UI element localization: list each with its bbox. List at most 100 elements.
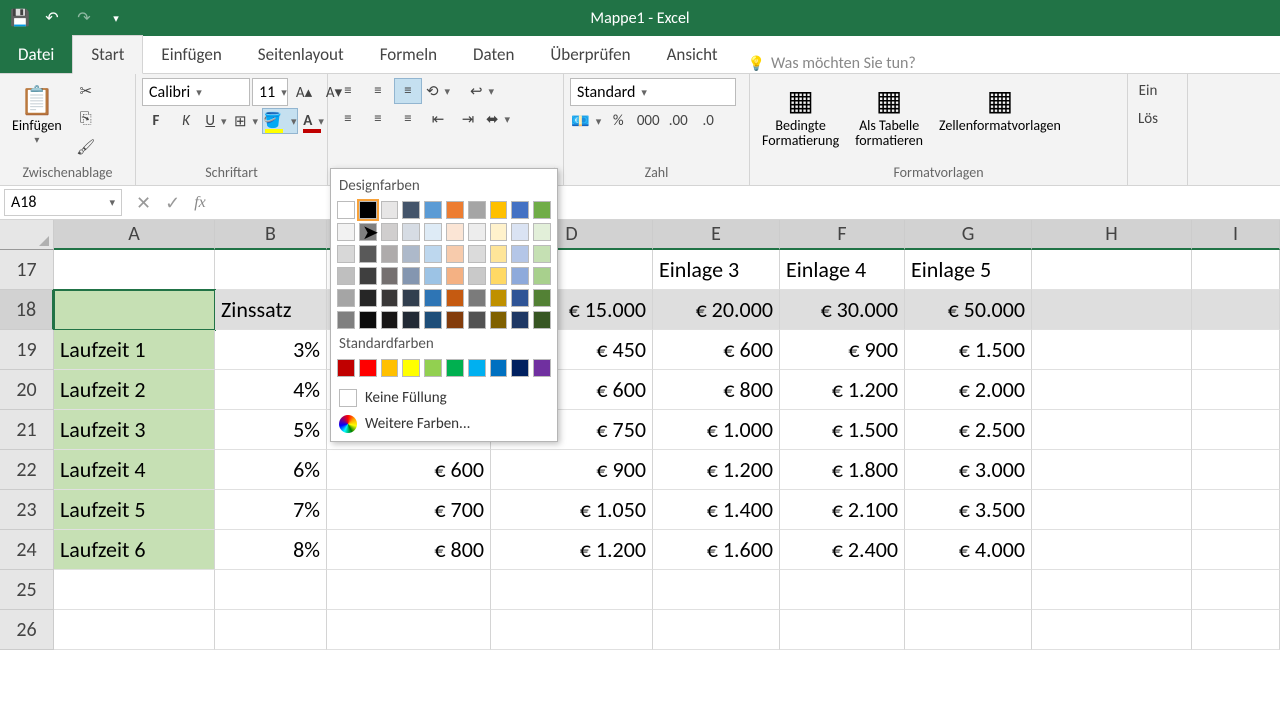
column-header[interactable]: A: [54, 220, 215, 250]
more-colors-item[interactable]: Weitere Farben...: [337, 411, 551, 437]
row-header[interactable]: 18: [0, 290, 54, 330]
color-swatch[interactable]: [359, 289, 377, 307]
color-swatch[interactable]: [381, 267, 399, 285]
cell[interactable]: € 1.200: [653, 450, 780, 490]
color-swatch[interactable]: [424, 289, 442, 307]
align-left-button[interactable]: ≡: [334, 106, 362, 132]
italic-button[interactable]: K: [172, 108, 200, 134]
select-all-corner[interactable]: [0, 220, 54, 250]
color-swatch[interactable]: [359, 223, 377, 241]
color-swatch[interactable]: [533, 311, 551, 329]
cell[interactable]: 7%: [215, 490, 327, 530]
color-swatch[interactable]: [402, 359, 420, 377]
font-color-button[interactable]: A: [300, 108, 328, 134]
spreadsheet-grid[interactable]: ABCDEFGHI 17lage 2Einlage 3Einlage 4Einl…: [0, 220, 1280, 650]
cell[interactable]: [54, 290, 215, 330]
tab-data[interactable]: Daten: [455, 36, 532, 73]
cell[interactable]: [1032, 570, 1192, 610]
color-swatch[interactable]: [402, 201, 420, 219]
cell[interactable]: € 1.500: [905, 330, 1032, 370]
cell[interactable]: € 600: [327, 450, 491, 490]
cell[interactable]: Laufzeit 2: [54, 370, 215, 410]
color-swatch[interactable]: [446, 201, 464, 219]
tell-me-search[interactable]: Was möchten Sie tun?: [736, 54, 916, 73]
cell[interactable]: € 1.800: [780, 450, 905, 490]
cell[interactable]: € 1.200: [491, 530, 653, 570]
cell[interactable]: [1192, 410, 1280, 450]
align-center-button[interactable]: ≡: [364, 106, 392, 132]
tab-review[interactable]: Überprüfen: [532, 36, 648, 73]
color-swatch[interactable]: [533, 267, 551, 285]
color-swatch[interactable]: [337, 289, 355, 307]
color-swatch[interactable]: [381, 289, 399, 307]
color-swatch[interactable]: [424, 223, 442, 241]
cut-button[interactable]: ✂: [72, 78, 100, 104]
borders-button[interactable]: ⊞: [232, 108, 260, 134]
color-swatch[interactable]: [468, 223, 486, 241]
color-swatch[interactable]: [381, 245, 399, 263]
color-swatch[interactable]: [337, 223, 355, 241]
cell[interactable]: [1032, 490, 1192, 530]
delete-cells-button[interactable]: Lös: [1134, 106, 1162, 132]
cell[interactable]: [491, 610, 653, 650]
color-swatch[interactable]: [359, 359, 377, 377]
cell[interactable]: € 600: [653, 330, 780, 370]
orientation-button[interactable]: ⟲: [424, 78, 452, 104]
color-swatch[interactable]: [402, 223, 420, 241]
color-swatch[interactable]: [468, 311, 486, 329]
accounting-format-button[interactable]: 💶: [570, 108, 602, 134]
cell[interactable]: 4%: [215, 370, 327, 410]
cell[interactable]: € 2.400: [780, 530, 905, 570]
cell[interactable]: [327, 570, 491, 610]
cell[interactable]: [54, 610, 215, 650]
align-top-button[interactable]: ≡: [334, 78, 362, 104]
cell[interactable]: € 3.500: [905, 490, 1032, 530]
color-swatch[interactable]: [468, 245, 486, 263]
cell[interactable]: € 2.500: [905, 410, 1032, 450]
number-format-select[interactable]: Standard: [570, 78, 736, 106]
cell[interactable]: € 700: [327, 490, 491, 530]
color-swatch[interactable]: [337, 359, 355, 377]
cell[interactable]: [1192, 250, 1280, 290]
cell[interactable]: Laufzeit 4: [54, 450, 215, 490]
cell[interactable]: Einlage 5: [905, 250, 1032, 290]
cell[interactable]: € 900: [780, 330, 905, 370]
cell[interactable]: [1032, 610, 1192, 650]
color-swatch[interactable]: [490, 223, 508, 241]
indent-inc-button[interactable]: ⇥: [454, 106, 482, 132]
cell[interactable]: Laufzeit 1: [54, 330, 215, 370]
column-header[interactable]: F: [780, 220, 905, 250]
name-box[interactable]: A18: [4, 189, 122, 216]
cell[interactable]: [1032, 450, 1192, 490]
cell[interactable]: 5%: [215, 410, 327, 450]
tab-home[interactable]: Start: [72, 35, 143, 74]
column-header[interactable]: G: [905, 220, 1032, 250]
cell[interactable]: [1032, 330, 1192, 370]
cell[interactable]: [1032, 290, 1192, 330]
cell[interactable]: [1192, 610, 1280, 650]
color-swatch[interactable]: [490, 289, 508, 307]
color-swatch[interactable]: [533, 289, 551, 307]
color-swatch[interactable]: [381, 223, 399, 241]
row-header[interactable]: 21: [0, 410, 54, 450]
tab-formulas[interactable]: Formeln: [362, 36, 455, 73]
color-swatch[interactable]: [511, 289, 529, 307]
color-swatch[interactable]: [468, 359, 486, 377]
color-swatch[interactable]: [533, 359, 551, 377]
row-header[interactable]: 23: [0, 490, 54, 530]
no-fill-item[interactable]: Keine Füllung: [337, 385, 551, 411]
cell[interactable]: € 1.500: [780, 410, 905, 450]
color-swatch[interactable]: [533, 223, 551, 241]
color-swatch[interactable]: [446, 267, 464, 285]
cell[interactable]: [491, 570, 653, 610]
row-header[interactable]: 25: [0, 570, 54, 610]
color-swatch[interactable]: [446, 359, 464, 377]
row-header[interactable]: 17: [0, 250, 54, 290]
color-swatch[interactable]: [446, 223, 464, 241]
cell[interactable]: Einlage 4: [780, 250, 905, 290]
column-header[interactable]: B: [215, 220, 327, 250]
color-swatch[interactable]: [490, 359, 508, 377]
color-swatch[interactable]: [402, 289, 420, 307]
cell[interactable]: € 1.200: [780, 370, 905, 410]
color-swatch[interactable]: [381, 311, 399, 329]
